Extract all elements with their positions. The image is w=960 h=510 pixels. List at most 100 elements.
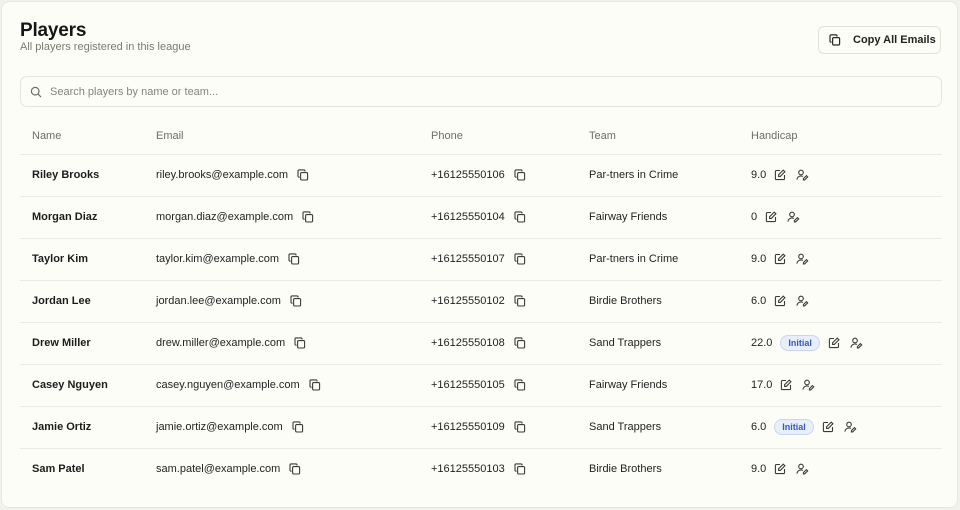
player-phone: +16125550107 [431,253,505,265]
user-edit-icon[interactable] [850,337,863,349]
player-name: Taylor Kim [20,238,156,281]
column-header-team: Team [589,118,751,155]
player-name-text: Drew Miller [32,337,91,349]
player-phone-cell: +16125550107 [431,238,589,281]
player-handicap-cell: 22.0 Initial [751,322,942,365]
copy-icon[interactable] [289,463,301,475]
player-email: drew.miller@example.com [156,337,286,349]
table-row: Taylor Kim taylor.kim@example.com +1612555… [20,238,942,281]
player-team: Par-tners in Crime [589,238,751,281]
copy-icon[interactable] [294,337,306,349]
edit-icon[interactable] [774,463,786,475]
copy-icon[interactable] [514,379,526,391]
player-phone: +16125550106 [431,169,505,181]
player-team: Birdie Brothers [589,280,751,323]
player-phone-cell: +16125550109 [431,406,589,449]
copy-all-emails-button[interactable]: Copy All Emails [818,26,941,54]
player-email-cell: drew.miller@example.com [156,322,431,365]
player-name: Sam Patel [20,448,156,490]
user-edit-icon[interactable] [796,463,809,475]
table-header-row: Name Email Phone Team Handicap [20,118,942,155]
player-email: morgan.diaz@example.com [156,211,294,223]
player-email: jamie.ortiz@example.com [156,421,283,433]
user-edit-icon[interactable] [796,253,809,265]
player-phone: +16125550105 [431,379,505,391]
player-handicap: 9.0 [751,463,767,476]
table-row: Casey Nguyen casey.nguyen@example.com +161… [20,364,942,407]
user-edit-icon[interactable] [787,211,800,223]
edit-icon[interactable] [774,295,786,307]
edit-icon[interactable] [774,253,786,265]
copy-icon[interactable] [514,337,526,349]
player-email-cell: jordan.lee@example.com [156,280,431,323]
player-phone-cell: +16125550103 [431,448,589,490]
player-handicap-cell: 9.0 [751,448,942,490]
player-name: Casey Nguyen [20,364,156,407]
user-edit-icon[interactable] [802,379,815,391]
table-row: Drew Miller drew.miller@example.com +16125… [20,322,942,365]
player-team-text: Sand Trappers [589,421,662,433]
player-handicap: 0 [751,211,758,223]
edit-icon[interactable] [822,421,834,433]
player-name-text: Morgan Diaz [32,211,98,223]
player-email-cell: morgan.diaz@example.com [156,196,431,239]
edit-icon[interactable] [828,337,840,349]
copy-icon[interactable] [302,211,314,223]
copy-icon[interactable] [514,463,526,475]
player-name-text: Taylor Kim [32,253,89,265]
player-name: Riley Brooks [20,154,156,197]
player-handicap: 6.0 [751,421,767,433]
search-input[interactable] [50,85,930,98]
player-email: jordan.lee@example.com [156,295,281,307]
copy-icon[interactable] [514,253,526,265]
column-header-phone: Phone [431,118,589,155]
player-team-text: Birdie Brothers [589,295,662,307]
user-edit-icon[interactable] [796,169,809,181]
player-team-text: Sand Trappers [589,337,662,349]
player-name-text: Riley Brooks [32,169,100,181]
copy-icon[interactable] [290,295,302,307]
player-team: Par-tners in Crime [589,154,751,197]
column-header-email: Email [156,118,431,155]
edit-icon[interactable] [765,211,777,223]
player-phone-cell: +16125550108 [431,322,589,365]
players-table: Name Email Phone Team Handicap Riley Bro… [20,118,942,490]
copy-icon[interactable] [292,421,304,433]
player-team: Sand Trappers [589,406,751,449]
initial-badge: Initial [780,335,820,351]
player-name-text: Jordan Lee [32,295,91,307]
copy-icon[interactable] [514,295,526,307]
player-name: Drew Miller [20,322,156,365]
table-row: Riley Brooks riley.brooks@example.com +161… [20,154,942,197]
initial-badge: Initial [774,419,814,435]
player-team-text: Fairway Friends [589,211,668,223]
user-edit-icon[interactable] [796,295,809,307]
player-handicap-cell: 6.0 Initial [751,406,942,449]
search-bar [20,76,942,107]
copy-icon[interactable] [514,211,526,223]
player-handicap-cell: 0 [751,196,942,239]
player-name-text: Sam Patel [32,463,85,476]
player-handicap: 22.0 [751,337,773,349]
column-header-name: Name [20,118,156,155]
edit-icon[interactable] [774,169,786,181]
player-team-text: Birdie Brothers [589,463,662,476]
player-team: Fairway Friends [589,196,751,239]
copy-icon[interactable] [514,169,526,181]
player-handicap: 6.0 [751,295,767,307]
player-team: Birdie Brothers [589,448,751,490]
player-email-cell: jamie.ortiz@example.com [156,406,431,449]
player-email-cell: sam.patel@example.com [156,448,431,490]
edit-icon[interactable] [780,379,793,391]
table-row: Jordan Lee jordan.lee@example.com +1612555… [20,280,942,323]
copy-icon[interactable] [288,253,300,265]
copy-icon[interactable] [297,169,309,181]
copy-icon[interactable] [514,421,526,433]
player-team-text: Par-tners in Crime [589,253,679,265]
player-handicap-cell: 9.0 [751,154,942,197]
player-email-cell: riley.brooks@example.com [156,154,431,197]
player-phone-cell: +16125550102 [431,280,589,323]
user-edit-icon[interactable] [844,421,857,433]
player-name: Jamie Ortiz [20,406,156,449]
copy-icon[interactable] [309,379,321,391]
